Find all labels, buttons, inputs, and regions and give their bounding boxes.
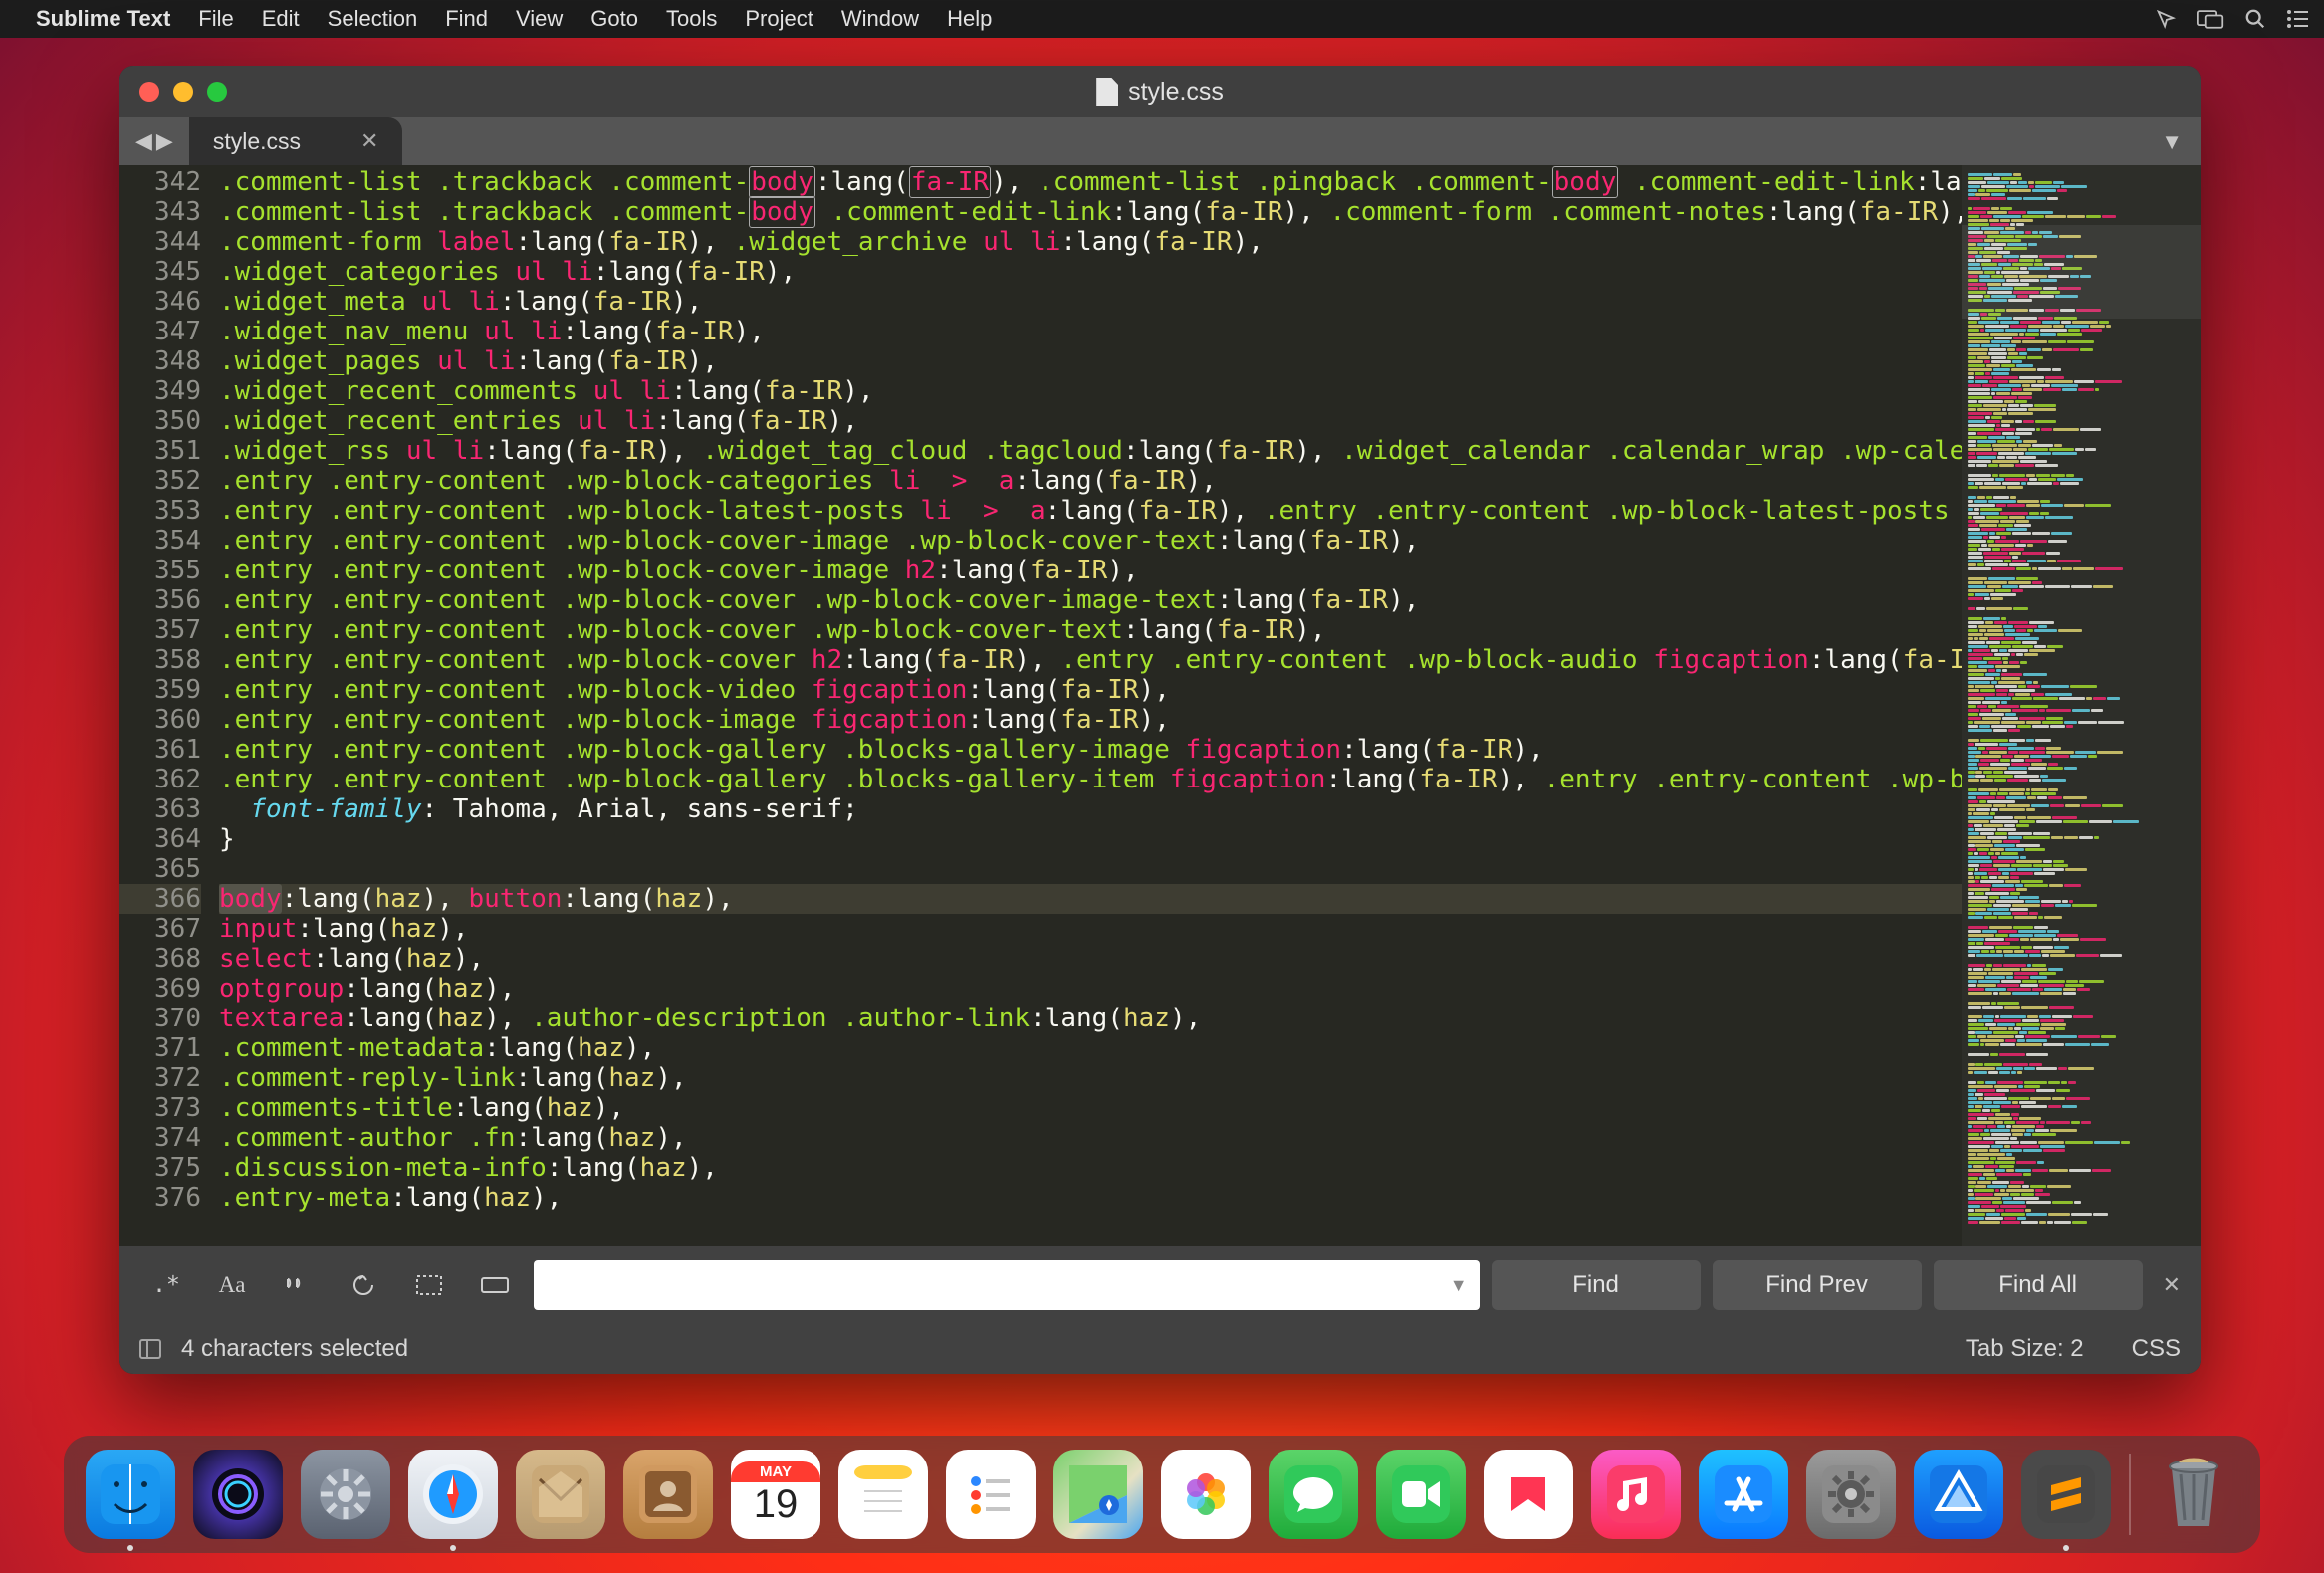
code-area[interactable]: .comment-list .trackback .comment-body:l… (219, 165, 1962, 1246)
dock-separator (2129, 1454, 2131, 1535)
find-wrap-toggle[interactable] (337, 1261, 390, 1309)
dock-messages[interactable] (1269, 1450, 1358, 1539)
find-whole-word-toggle[interactable] (271, 1261, 325, 1309)
screen-mirroring-icon[interactable] (2197, 8, 2224, 30)
tab-overflow-icon[interactable]: ▼ (2161, 129, 2183, 155)
find-input-container: ▼ (534, 1260, 1480, 1310)
dock-maps[interactable] (1053, 1450, 1143, 1539)
cursor-tray-icon[interactable] (2155, 8, 2177, 30)
sublime-window: style.css ◀ ▶ style.css ✕ ▼ 342343344345… (119, 66, 2201, 1374)
find-button[interactable]: Find (1492, 1260, 1701, 1310)
menu-find[interactable]: Find (445, 6, 488, 32)
tab-label: style.css (213, 128, 301, 155)
dock-trash[interactable] (2149, 1450, 2238, 1539)
panel-switcher-icon[interactable] (139, 1339, 161, 1359)
document-icon (1096, 78, 1118, 106)
dock-calendar[interactable]: MAY19 (731, 1450, 820, 1539)
menu-project[interactable]: Project (745, 6, 813, 32)
find-history-dropdown-icon[interactable]: ▼ (1440, 1275, 1468, 1296)
tab-nav-forward-icon[interactable]: ▶ (156, 128, 173, 154)
editor-area[interactable]: 3423433443453463473483493503513523533543… (119, 165, 2201, 1246)
find-panel: .* Aa ▼ Find Find Prev Find All ✕ (119, 1246, 2201, 1324)
dock-music[interactable] (1591, 1450, 1681, 1539)
find-prev-button[interactable]: Find Prev (1713, 1260, 1922, 1310)
tab-style-css[interactable]: style.css ✕ (189, 117, 403, 165)
macos-dock: MAY19 (64, 1436, 2260, 1553)
tab-size-status[interactable]: Tab Size: 2 (1966, 1335, 2084, 1363)
dock-facetime[interactable] (1376, 1450, 1466, 1539)
dock-system-preferences[interactable] (1806, 1450, 1896, 1539)
calendar-day: 19 (754, 1482, 799, 1527)
dock-safari[interactable] (408, 1450, 498, 1539)
dock-xcode-or-similar[interactable] (1914, 1450, 2003, 1539)
dock-appstore[interactable] (1699, 1450, 1788, 1539)
tab-bar: ◀ ▶ style.css ✕ ▼ (119, 117, 2201, 165)
menu-file[interactable]: File (198, 6, 233, 32)
find-in-selection-toggle[interactable] (402, 1261, 456, 1309)
minimap-viewport[interactable] (1962, 225, 2201, 319)
dock-finder[interactable] (86, 1450, 175, 1539)
status-bar: 4 characters selected Tab Size: 2 CSS (119, 1324, 2201, 1374)
dock-news[interactable] (1484, 1450, 1573, 1539)
line-number-gutter[interactable]: 3423433443453463473483493503513523533543… (119, 165, 219, 1246)
syntax-status[interactable]: CSS (2132, 1335, 2181, 1363)
window-title-text: style.css (1128, 78, 1224, 107)
minimap[interactable] (1962, 165, 2201, 1246)
tab-close-icon[interactable]: ✕ (360, 128, 378, 154)
dock-siri[interactable] (193, 1450, 283, 1539)
menu-tools[interactable]: Tools (666, 6, 717, 32)
find-close-icon[interactable]: ✕ (2155, 1272, 2181, 1298)
app-menu[interactable]: Sublime Text (36, 6, 170, 32)
find-input[interactable] (546, 1271, 1440, 1299)
find-case-toggle[interactable]: Aa (205, 1261, 259, 1309)
menu-view[interactable]: View (516, 6, 563, 32)
dock-photos[interactable] (1161, 1450, 1251, 1539)
window-titlebar[interactable]: style.css (119, 66, 2201, 117)
dock-mail[interactable] (516, 1450, 605, 1539)
selection-status: 4 characters selected (181, 1335, 408, 1363)
traffic-lights (139, 82, 227, 102)
zoom-window-button[interactable] (207, 82, 227, 102)
control-center-icon[interactable] (2286, 9, 2310, 29)
dock-launchpad[interactable] (301, 1450, 390, 1539)
menu-edit[interactable]: Edit (262, 6, 300, 32)
menu-window[interactable]: Window (841, 6, 919, 32)
macos-menubar: Sublime Text File Edit Selection Find Vi… (0, 0, 2324, 38)
close-window-button[interactable] (139, 82, 159, 102)
dock-notes[interactable] (838, 1450, 928, 1539)
calendar-month: MAY (731, 1461, 820, 1482)
window-title: style.css (1096, 78, 1224, 107)
find-highlight-toggle[interactable] (468, 1261, 522, 1309)
menu-selection[interactable]: Selection (328, 6, 418, 32)
menu-goto[interactable]: Goto (590, 6, 638, 32)
find-all-button[interactable]: Find All (1934, 1260, 2143, 1310)
dock-reminders[interactable] (946, 1450, 1036, 1539)
spotlight-search-icon[interactable] (2244, 8, 2266, 30)
dock-contacts[interactable] (623, 1450, 713, 1539)
tab-nav-back-icon[interactable]: ◀ (135, 128, 152, 154)
menu-help[interactable]: Help (947, 6, 992, 32)
dock-sublime-text[interactable] (2021, 1450, 2111, 1539)
minimize-window-button[interactable] (173, 82, 193, 102)
find-regex-toggle[interactable]: .* (139, 1261, 193, 1309)
